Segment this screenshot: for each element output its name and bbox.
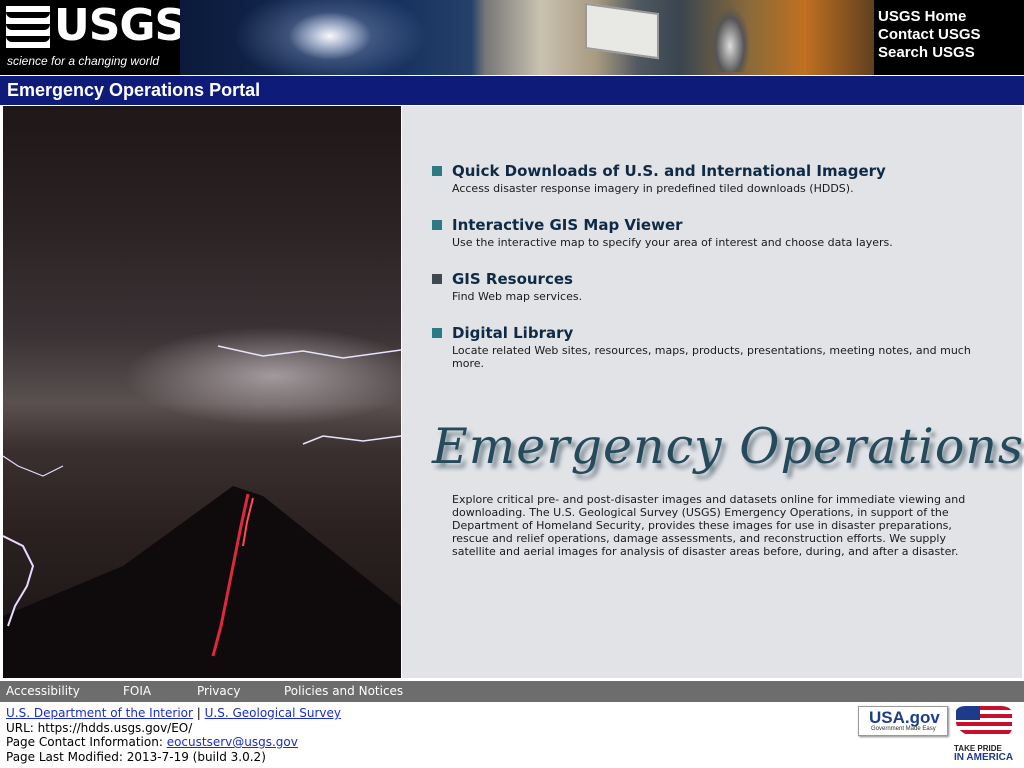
pride-line-2: IN AMERICA — [954, 752, 1014, 763]
bullet-icon — [432, 220, 442, 230]
usa-gov-badge[interactable]: USA.gov Government Made Easy — [858, 706, 948, 736]
usgs-wave-icon — [6, 6, 50, 48]
contact-line: Page Contact Information: eocustserv@usg… — [6, 735, 341, 750]
footer-info: U.S. Department of the Interior | U.S. G… — [6, 706, 341, 764]
separator: | — [196, 706, 201, 720]
gis-map-viewer-link[interactable]: Interactive GIS Map Viewer — [452, 216, 683, 234]
contact-usgs-link[interactable]: Contact USGS — [878, 26, 1024, 44]
usgs-link[interactable]: U.S. Geological Survey — [205, 706, 341, 720]
take-pride-badge[interactable]: TAKE PRIDE IN AMERICA — [952, 706, 1016, 764]
usa-gov-text: USA.gov — [869, 708, 940, 727]
gis-resources-link[interactable]: GIS Resources — [452, 270, 573, 288]
foia-link[interactable]: FOIA — [123, 684, 151, 698]
volcano-lightning-photo — [3, 106, 401, 678]
emergency-operations-heading: Emergency Operations — [432, 418, 1024, 475]
bullet-icon — [432, 328, 442, 338]
footer-nav: Accessibility FOIA Privacy Policies and … — [0, 681, 1024, 702]
item-description: Locate related Web sites, resources, map… — [452, 344, 971, 370]
logo-word: USGS — [54, 0, 186, 51]
title-bar: Emergency Operations Portal — [0, 76, 1024, 105]
header-collage-image — [180, 0, 874, 75]
doi-link[interactable]: U.S. Department of the Interior — [6, 706, 193, 720]
item-description: Access disaster response imagery in pred… — [452, 182, 854, 195]
policies-link[interactable]: Policies and Notices — [284, 684, 403, 698]
modified-line: Page Last Modified: 2013-7-19 (build 3.0… — [6, 749, 266, 764]
header-links: USGS Home Contact USGS Search USGS — [878, 8, 1024, 62]
damaged-house-image — [585, 2, 659, 60]
privacy-link[interactable]: Privacy — [197, 684, 240, 698]
usgs-home-link[interactable]: USGS Home — [878, 8, 1024, 26]
bullet-icon — [432, 274, 442, 284]
page-title: Emergency Operations Portal — [7, 80, 261, 100]
intro-paragraph: Explore critical pre- and post-disaster … — [452, 493, 966, 558]
url-line: URL: https://hdds.usgs.gov/EO/ — [6, 720, 193, 735]
contact-email-link[interactable]: eocustserv@usgs.gov — [167, 735, 298, 749]
us-flag-icon — [956, 706, 1012, 738]
search-usgs-link[interactable]: Search USGS — [878, 44, 1024, 62]
lightning-bolts — [3, 345, 401, 627]
bullet-icon — [432, 166, 442, 176]
quick-downloads-link[interactable]: Quick Downloads of U.S. and Internationa… — [452, 162, 886, 180]
usgs-logo[interactable]: USGS science for a changing world — [2, 0, 186, 72]
digital-library-link[interactable]: Digital Library — [452, 324, 573, 342]
accessibility-link[interactable]: Accessibility — [6, 684, 80, 698]
logo-tagline: science for a changing world — [7, 54, 160, 68]
contact-label: Page Contact Information: — [6, 735, 163, 749]
usa-gov-subtext: Government Made Easy — [871, 726, 936, 732]
header-banner: USGS science for a changing world USGS H… — [0, 0, 1024, 75]
item-description: Use the interactive map to specify your … — [452, 236, 893, 249]
main-content: Quick Downloads of U.S. and Internationa… — [402, 106, 1024, 678]
item-description: Find Web map services. — [452, 290, 583, 303]
agency-links-line: U.S. Department of the Interior | U.S. G… — [6, 706, 341, 721]
tornado-image — [700, 6, 760, 72]
